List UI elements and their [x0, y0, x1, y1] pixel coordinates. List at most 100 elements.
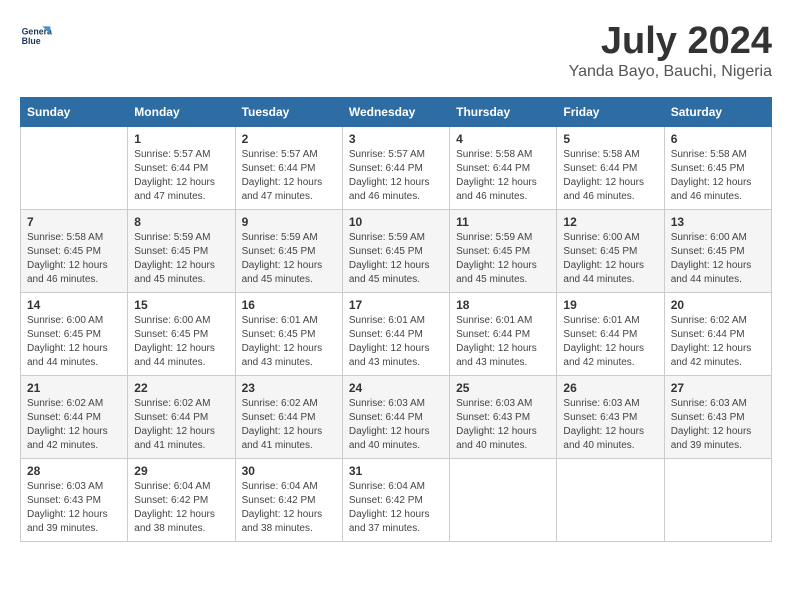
calendar-cell: 19 Sunrise: 6:01 AMSunset: 6:44 PMDayligh…: [557, 293, 664, 376]
calendar-cell: 7Sunrise: 5:58 AMSunset: 6:45 PMDaylight…: [21, 210, 128, 293]
day-info: Sunrise: 5:59 AMSunset: 6:45 PMDaylight:…: [456, 231, 550, 287]
day-number: 12: [563, 215, 657, 229]
day-number: 23: [242, 381, 336, 395]
calendar-cell: 3Sunrise: 5:57 AMSunset: 6:44 PMDaylight…: [342, 127, 449, 210]
day-number: 29: [134, 464, 228, 478]
weekday-header-sunday: Sunday: [21, 98, 128, 127]
calendar-cell: 26 Sunrise: 6:03 AMSunset: 6:43 PMDayligh…: [557, 376, 664, 459]
weekday-header-saturday: Saturday: [664, 98, 771, 127]
calendar-cell: 13Sunrise: 6:00 AMSunset: 6:45 PMDayligh…: [664, 210, 771, 293]
calendar-cell: 23 Sunrise: 6:02 AMSunset: 6:44 PMDayligh…: [235, 376, 342, 459]
calendar-cell: [557, 459, 664, 542]
day-number: 6: [671, 132, 765, 146]
day-number: 21: [27, 381, 121, 395]
day-number: 27: [671, 381, 765, 395]
day-info: Sunrise: 5:57 AMSunset: 6:44 PMDaylight:…: [134, 148, 228, 204]
calendar-week-row: 1 Sunrise: 5:57 AMSunset: 6:44 PMDaylight…: [21, 127, 772, 210]
day-info: Sunrise: 6:01 AMSunset: 6:45 PMDaylight:…: [242, 314, 336, 370]
page-header: General Blue July 2024 Yanda Bayo, Bauch…: [20, 20, 772, 81]
day-info: Sunrise: 6:03 AMSunset: 6:44 PMDaylight:…: [349, 397, 443, 453]
day-info: Sunrise: 6:03 AMSunset: 6:43 PMDaylight:…: [671, 397, 765, 453]
calendar-cell: 15Sunrise: 6:00 AMSunset: 6:45 PMDayligh…: [128, 293, 235, 376]
calendar-cell: 27 Sunrise: 6:03 AMSunset: 6:43 PMDayligh…: [664, 376, 771, 459]
day-number: 5: [563, 132, 657, 146]
day-number: 28: [27, 464, 121, 478]
day-number: 1: [134, 132, 228, 146]
day-number: 30: [242, 464, 336, 478]
day-number: 16: [242, 298, 336, 312]
day-info: Sunrise: 5:59 AMSunset: 6:45 PMDaylight:…: [349, 231, 443, 287]
calendar-cell: 4 Sunrise: 5:58 AMSunset: 6:44 PMDaylight…: [450, 127, 557, 210]
day-number: 8: [134, 215, 228, 229]
calendar-cell: 12Sunrise: 6:00 AMSunset: 6:45 PMDayligh…: [557, 210, 664, 293]
day-info: Sunrise: 6:00 AMSunset: 6:45 PMDaylight:…: [671, 231, 765, 287]
calendar-cell: 30 Sunrise: 6:04 AMSunset: 6:42 PMDayligh…: [235, 459, 342, 542]
day-info: Sunrise: 5:58 AMSunset: 6:44 PMDaylight:…: [456, 148, 550, 204]
calendar-cell: 5 Sunrise: 5:58 AMSunset: 6:44 PMDaylight…: [557, 127, 664, 210]
calendar-week-row: 28 Sunrise: 6:03 AMSunset: 6:43 PMDayligh…: [21, 459, 772, 542]
day-info: Sunrise: 6:01 AMSunset: 6:44 PMDaylight:…: [349, 314, 443, 370]
day-number: 22: [134, 381, 228, 395]
day-info: Sunrise: 5:58 AMSunset: 6:45 PMDaylight:…: [671, 148, 765, 204]
calendar-cell: 25 Sunrise: 6:03 AMSunset: 6:43 PMDayligh…: [450, 376, 557, 459]
day-number: 26: [563, 381, 657, 395]
calendar-body: 1 Sunrise: 5:57 AMSunset: 6:44 PMDaylight…: [21, 127, 772, 542]
weekday-header-monday: Monday: [128, 98, 235, 127]
weekday-header-tuesday: Tuesday: [235, 98, 342, 127]
day-number: 20: [671, 298, 765, 312]
title-section: July 2024 Yanda Bayo, Bauchi, Nigeria: [569, 20, 772, 81]
calendar-cell: 22 Sunrise: 6:02 AMSunset: 6:44 PMDayligh…: [128, 376, 235, 459]
calendar-table: SundayMondayTuesdayWednesdayThursdayFrid…: [20, 97, 772, 542]
day-info: Sunrise: 5:59 AMSunset: 6:45 PMDaylight:…: [134, 231, 228, 287]
day-number: 3: [349, 132, 443, 146]
day-info: Sunrise: 6:01 AMSunset: 6:44 PMDaylight:…: [456, 314, 550, 370]
day-info: Sunrise: 5:59 AMSunset: 6:45 PMDaylight:…: [242, 231, 336, 287]
day-info: Sunrise: 6:03 AMSunset: 6:43 PMDaylight:…: [456, 397, 550, 453]
calendar-header: SundayMondayTuesdayWednesdayThursdayFrid…: [21, 98, 772, 127]
day-number: 18: [456, 298, 550, 312]
calendar-cell: [450, 459, 557, 542]
calendar-cell: 14Sunrise: 6:00 AMSunset: 6:45 PMDayligh…: [21, 293, 128, 376]
weekday-header-thursday: Thursday: [450, 98, 557, 127]
calendar-cell: 2Sunrise: 5:57 AMSunset: 6:44 PMDaylight…: [235, 127, 342, 210]
day-info: Sunrise: 6:04 AMSunset: 6:42 PMDaylight:…: [242, 480, 336, 536]
calendar-cell: 1 Sunrise: 5:57 AMSunset: 6:44 PMDaylight…: [128, 127, 235, 210]
calendar-week-row: 7Sunrise: 5:58 AMSunset: 6:45 PMDaylight…: [21, 210, 772, 293]
weekday-header-row: SundayMondayTuesdayWednesdayThursdayFrid…: [21, 98, 772, 127]
calendar-cell: 24Sunrise: 6:03 AMSunset: 6:44 PMDayligh…: [342, 376, 449, 459]
day-info: Sunrise: 6:03 AMSunset: 6:43 PMDaylight:…: [27, 480, 121, 536]
calendar-cell: [21, 127, 128, 210]
day-info: Sunrise: 6:03 AMSunset: 6:43 PMDaylight:…: [563, 397, 657, 453]
calendar-cell: 29 Sunrise: 6:04 AMSunset: 6:42 PMDayligh…: [128, 459, 235, 542]
calendar-week-row: 21 Sunrise: 6:02 AMSunset: 6:44 PMDayligh…: [21, 376, 772, 459]
logo: General Blue: [20, 20, 52, 52]
calendar-cell: 8 Sunrise: 5:59 AMSunset: 6:45 PMDaylight…: [128, 210, 235, 293]
day-info: Sunrise: 6:02 AMSunset: 6:44 PMDaylight:…: [242, 397, 336, 453]
calendar-cell: 17 Sunrise: 6:01 AMSunset: 6:44 PMDayligh…: [342, 293, 449, 376]
calendar-cell: 9Sunrise: 5:59 AMSunset: 6:45 PMDaylight…: [235, 210, 342, 293]
calendar-cell: 11 Sunrise: 5:59 AMSunset: 6:45 PMDayligh…: [450, 210, 557, 293]
day-info: Sunrise: 6:00 AMSunset: 6:45 PMDaylight:…: [134, 314, 228, 370]
calendar-cell: [664, 459, 771, 542]
calendar-cell: 10Sunrise: 5:59 AMSunset: 6:45 PMDayligh…: [342, 210, 449, 293]
svg-text:Blue: Blue: [22, 36, 41, 46]
location-subtitle: Yanda Bayo, Bauchi, Nigeria: [569, 63, 772, 81]
calendar-week-row: 14Sunrise: 6:00 AMSunset: 6:45 PMDayligh…: [21, 293, 772, 376]
calendar-cell: 20Sunrise: 6:02 AMSunset: 6:44 PMDayligh…: [664, 293, 771, 376]
weekday-header-wednesday: Wednesday: [342, 98, 449, 127]
calendar-cell: 31Sunrise: 6:04 AMSunset: 6:42 PMDayligh…: [342, 459, 449, 542]
calendar-cell: 21Sunrise: 6:02 AMSunset: 6:44 PMDayligh…: [21, 376, 128, 459]
day-info: Sunrise: 6:04 AMSunset: 6:42 PMDaylight:…: [134, 480, 228, 536]
logo-icon: General Blue: [20, 20, 52, 52]
month-year-title: July 2024: [569, 20, 772, 63]
weekday-header-friday: Friday: [557, 98, 664, 127]
day-number: 17: [349, 298, 443, 312]
day-number: 4: [456, 132, 550, 146]
day-number: 11: [456, 215, 550, 229]
day-info: Sunrise: 5:58 AMSunset: 6:44 PMDaylight:…: [563, 148, 657, 204]
day-info: Sunrise: 6:02 AMSunset: 6:44 PMDaylight:…: [134, 397, 228, 453]
day-number: 19: [563, 298, 657, 312]
day-info: Sunrise: 6:01 AMSunset: 6:44 PMDaylight:…: [563, 314, 657, 370]
day-info: Sunrise: 5:57 AMSunset: 6:44 PMDaylight:…: [242, 148, 336, 204]
day-number: 25: [456, 381, 550, 395]
